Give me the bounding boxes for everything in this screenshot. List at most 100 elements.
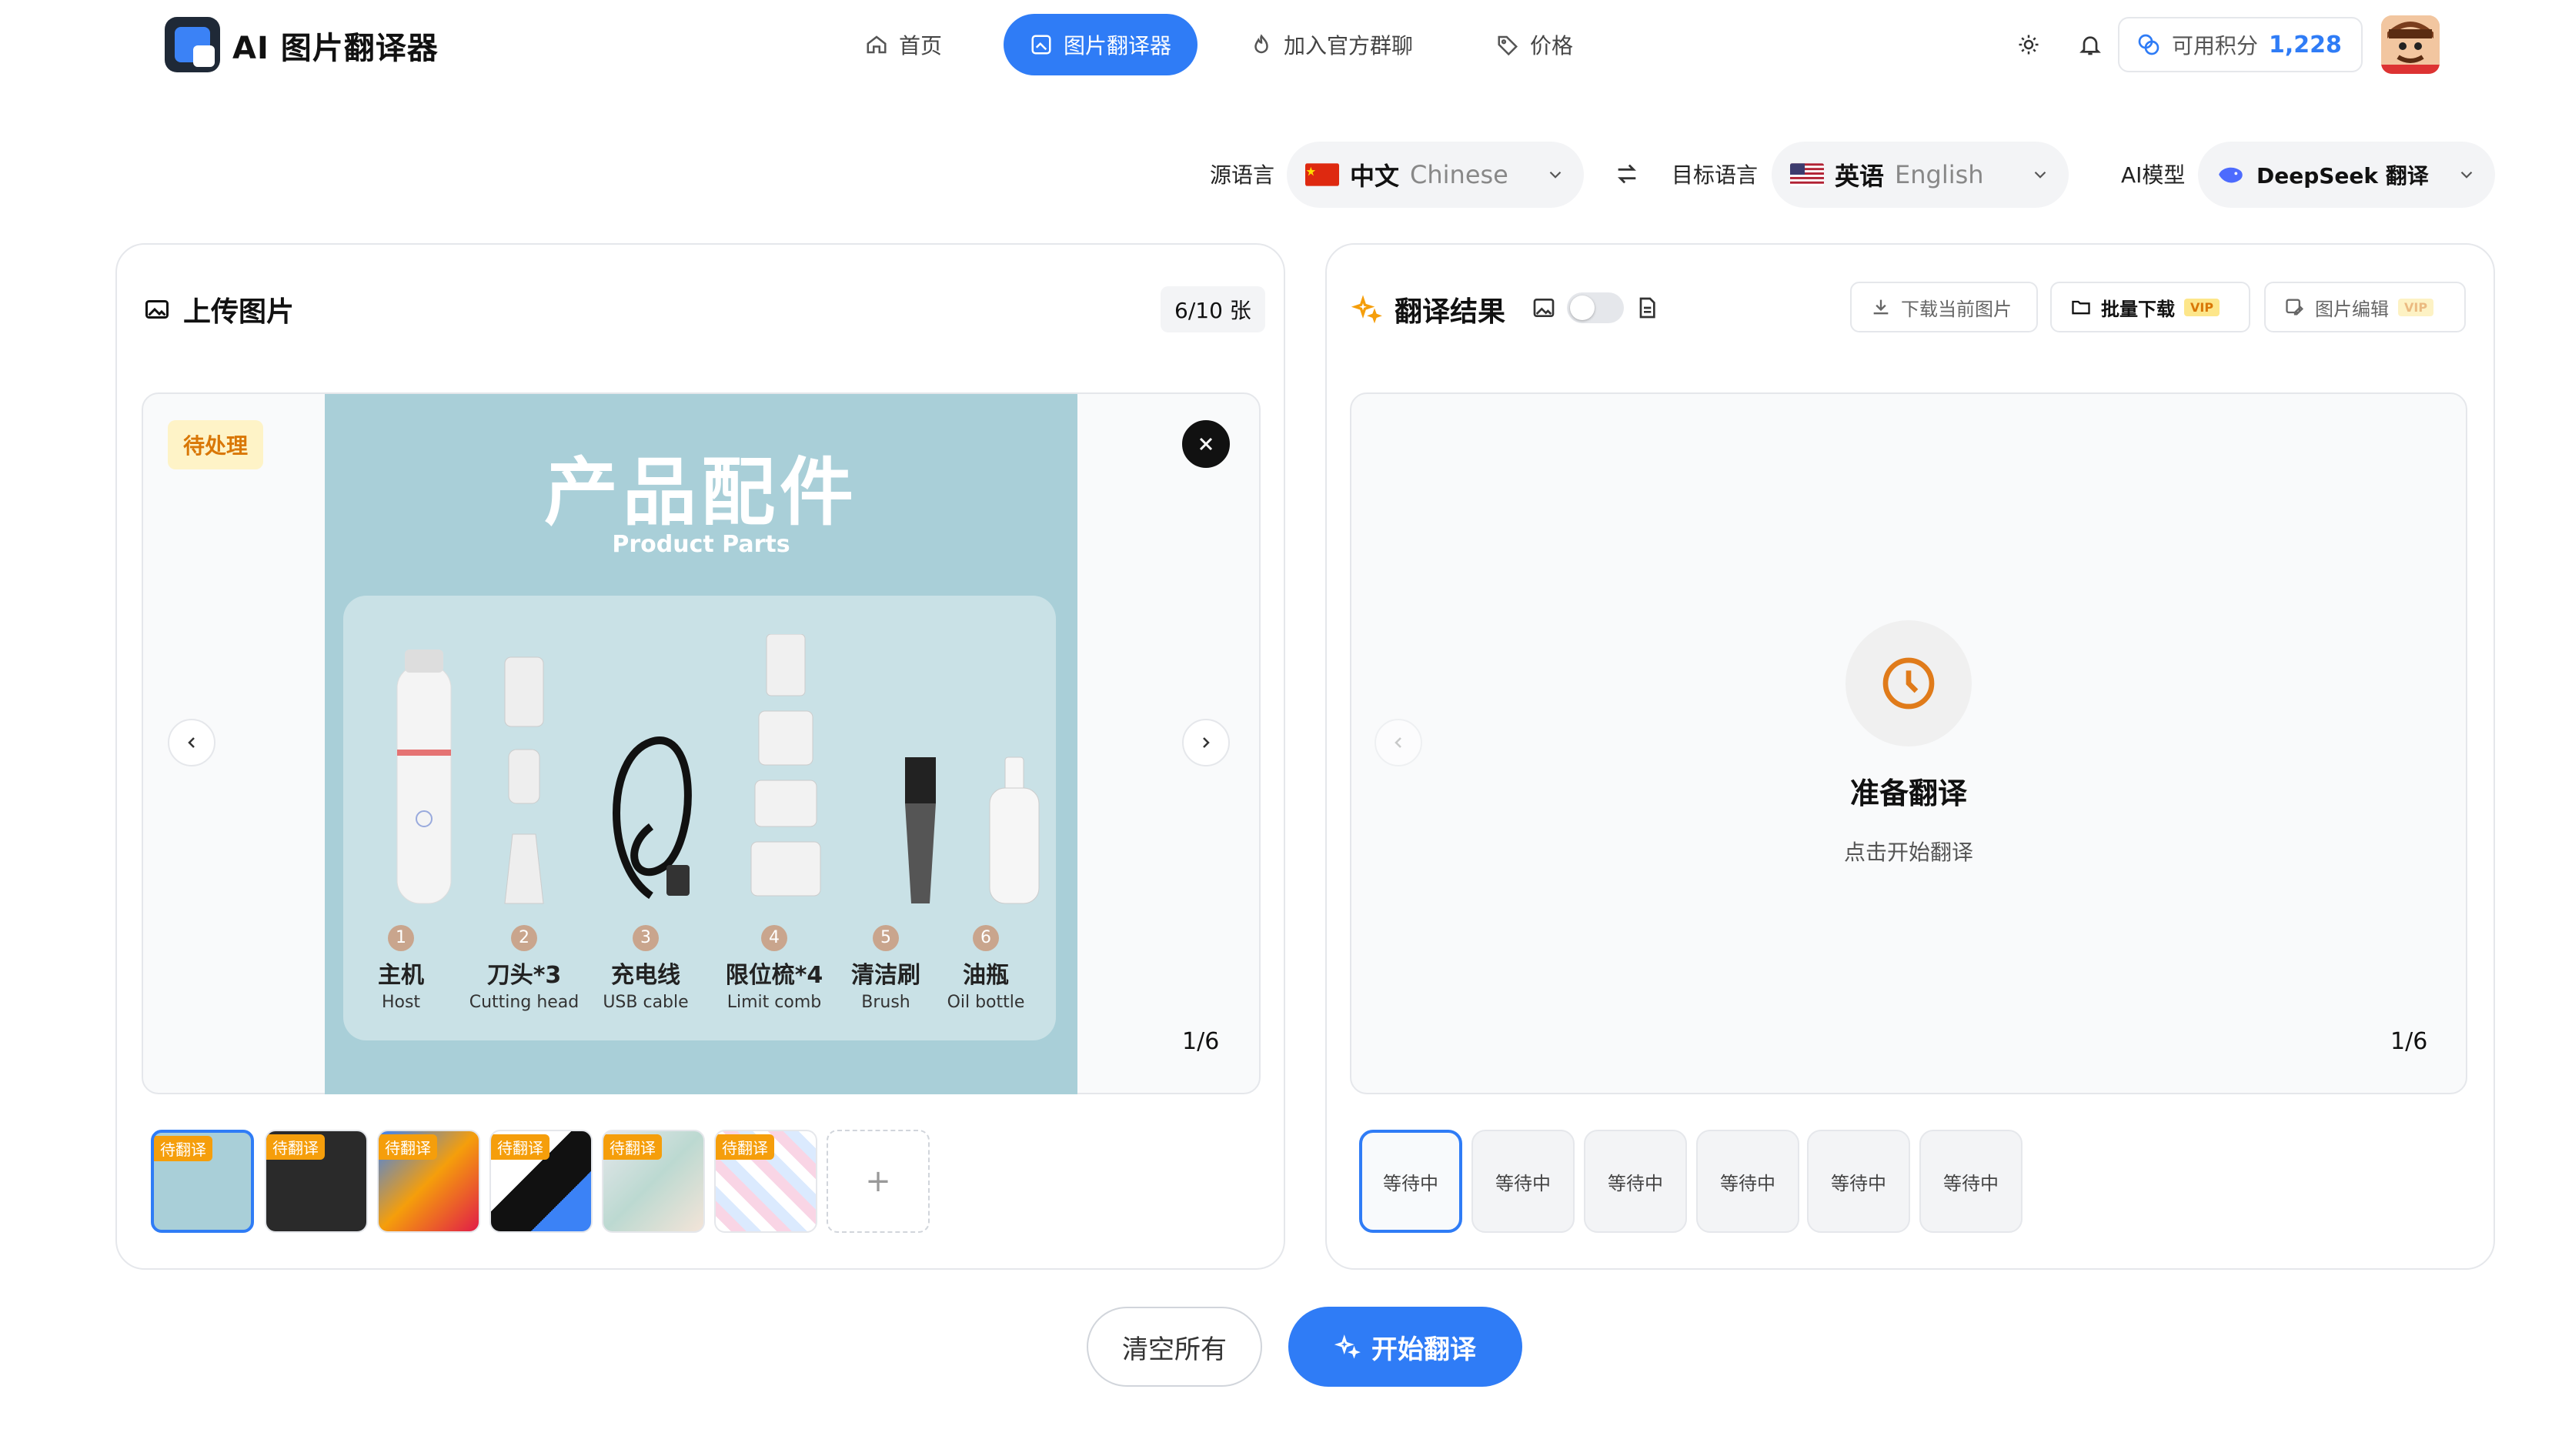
image-edit-button[interactable]: 图片编辑 VIP: [2264, 282, 2466, 332]
thumbnail-3[interactable]: 待翻译: [377, 1130, 480, 1233]
chevron-down-icon: [2460, 171, 2473, 179]
ai-model-label: AI模型: [2121, 162, 2186, 188]
nav-home[interactable]: 首页: [839, 14, 968, 75]
us-flag-icon: [1790, 163, 1824, 186]
image-icon: [1533, 299, 1555, 317]
target-language-select[interactable]: 英语 English: [1772, 142, 2069, 208]
result-thumbnail-1[interactable]: 等待中: [1359, 1130, 1462, 1233]
start-translation-button[interactable]: 开始翻译: [1288, 1307, 1522, 1387]
part-number: 4: [761, 925, 787, 951]
clock-icon: [1882, 657, 1935, 710]
nav-image-translator[interactable]: 图片翻译器: [1004, 14, 1198, 75]
product-parts-box: 1 主机 Host 2 刀头*3 Cutting head 3 充电线 USB …: [343, 596, 1056, 1040]
credits-badge[interactable]: 可用积分 1,228: [2118, 17, 2363, 72]
upload-panel-title: 上传图片: [183, 296, 295, 328]
china-flag-icon: [1305, 163, 1339, 186]
part-number: 6: [973, 925, 999, 951]
theme-toggle-button[interactable]: [2007, 23, 2050, 66]
home-icon: [867, 35, 887, 54]
thumbnail-4[interactable]: 待翻译: [489, 1130, 593, 1233]
thumbnail-tag: 待翻译: [491, 1134, 549, 1160]
target-language-label: 目标语言: [1672, 162, 1759, 188]
ai-model-name: DeepSeek 翻译: [2256, 163, 2429, 189]
source-language-sub: Chinese: [1410, 160, 1508, 189]
part-name-cn: 充电线: [611, 962, 680, 989]
thumbnail-tag: 待翻译: [266, 1134, 325, 1160]
part-name-cn: 清洁刷: [851, 962, 920, 989]
chevron-left-icon: [188, 737, 195, 748]
ai-model-select[interactable]: DeepSeek 翻译: [2198, 142, 2495, 208]
product-subtitle: Product Parts: [612, 531, 790, 558]
avatar[interactable]: [2381, 15, 2440, 74]
part-number: 1: [388, 925, 414, 951]
part-name-en: USB cable: [603, 993, 689, 1012]
batch-download-button[interactable]: 批量下载 VIP: [2050, 282, 2250, 332]
part-name-en: Cutting head: [469, 993, 580, 1012]
part-number: 3: [633, 925, 659, 951]
nav-pricing[interactable]: 价格: [1470, 14, 1599, 75]
view-mode-toggle[interactable]: [1567, 292, 1624, 323]
product-part-5: 5 清洁刷 Brush: [836, 925, 936, 1012]
product-part-3: 3 充电线 USB cable: [588, 925, 703, 1012]
image-edit-label: 图片编辑: [2315, 298, 2389, 320]
nav-pricing-label: 价格: [1530, 33, 1574, 58]
product-part-6: 6 油瓶 Oil bottle: [936, 925, 1036, 1012]
result-thumbnail-5[interactable]: 等待中: [1807, 1130, 1910, 1233]
image-view-icon-button[interactable]: [1532, 296, 1556, 323]
upload-panel-header: 上传图片: [143, 289, 294, 329]
thumbnail-2[interactable]: 待翻译: [265, 1130, 368, 1233]
part-name-cn: 油瓶: [963, 962, 1009, 989]
status-badge: 待处理: [168, 420, 264, 469]
document-icon: [1639, 297, 1655, 319]
product-part-2: 2 刀头*3 Cutting head: [459, 925, 590, 1012]
clear-all-button[interactable]: 清空所有: [1087, 1307, 1262, 1387]
source-language-select[interactable]: 中文 Chinese: [1287, 142, 1584, 208]
credits-label: 可用积分: [2172, 33, 2259, 58]
source-language-label: 源语言: [1210, 162, 1275, 188]
thumbnail-1[interactable]: 待翻译: [151, 1130, 254, 1233]
nav-home-label: 首页: [899, 33, 943, 58]
result-thumbnail-6[interactable]: 等待中: [1919, 1130, 2023, 1233]
download-icon: [1873, 299, 1889, 315]
close-icon: [1199, 437, 1213, 451]
image-icon: [145, 300, 169, 319]
part-name-en: Host: [381, 993, 421, 1012]
result-prev-button[interactable]: [1375, 719, 1422, 766]
ready-title: 准备翻译: [1849, 776, 1967, 810]
app-title: AI 图片翻译器: [232, 31, 439, 66]
result-thumbnail-3[interactable]: 等待中: [1584, 1130, 1687, 1233]
source-language-name: 中文: [1350, 162, 1400, 191]
coins-icon: [2138, 34, 2159, 55]
remove-image-button[interactable]: [1182, 420, 1230, 468]
product-part-4: 4 限位梳*4 Limit comb: [713, 925, 836, 1012]
credits-value: 1,228: [2269, 31, 2342, 58]
swap-languages-button[interactable]: [1605, 152, 1648, 195]
part-name-en: Brush: [861, 993, 910, 1012]
chevron-right-icon: [1203, 737, 1210, 748]
notifications-button[interactable]: [2069, 23, 2112, 66]
app-logo[interactable]: [165, 17, 220, 72]
batch-download-label: 批量下载: [2101, 298, 2175, 320]
result-thumbnail-2[interactable]: 等待中: [1471, 1130, 1575, 1233]
thumbnail-6[interactable]: 待翻译: [714, 1130, 817, 1233]
folder-icon: [2072, 300, 2090, 315]
image-translate-icon: [1031, 35, 1051, 55]
vip-badge: VIP: [2398, 298, 2434, 316]
add-image-button[interactable]: +: [827, 1130, 930, 1233]
bell-icon: [2079, 36, 2101, 55]
part-name-en: Oil bottle: [947, 993, 1025, 1012]
vip-badge: VIP: [2184, 298, 2220, 316]
result-thumbnail-4[interactable]: 等待中: [1696, 1130, 1799, 1233]
edit-image-icon: [2286, 299, 2303, 316]
nav-join-group[interactable]: 加入官方群聊: [1224, 14, 1439, 75]
swap-icon: [1618, 164, 1636, 184]
download-current-button[interactable]: 下载当前图片: [1850, 282, 2038, 332]
prev-image-button[interactable]: [168, 719, 215, 766]
chevron-down-icon: [1549, 171, 1562, 179]
part-name-cn: 主机: [378, 962, 424, 989]
thumbnail-tag: 待翻译: [716, 1134, 774, 1160]
clock-badge: [1845, 620, 1972, 746]
next-image-button[interactable]: [1182, 719, 1230, 766]
text-view-icon-button[interactable]: [1635, 296, 1659, 323]
thumbnail-5[interactable]: 待翻译: [602, 1130, 705, 1233]
